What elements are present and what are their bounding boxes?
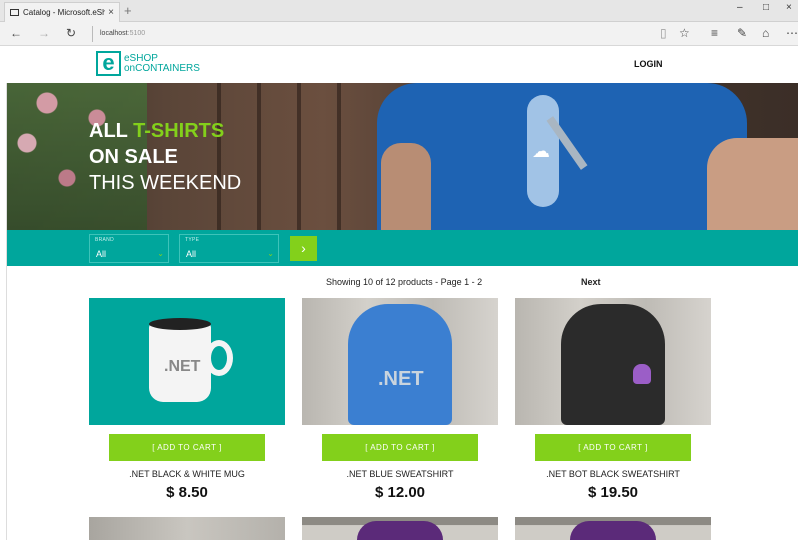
dotnet-bot-graphic [633, 364, 651, 384]
product-image[interactable] [515, 298, 711, 425]
brand-value: All [96, 249, 107, 259]
address-bar[interactable]: localhost:5100 [92, 26, 145, 42]
maximize-icon[interactable]: □ [763, 2, 769, 13]
share-icon[interactable]: ⌂ [762, 26, 769, 40]
pager-next-link[interactable]: Next [581, 277, 601, 287]
filter-bar: BRAND All ⌄ TYPE All ⌄ › [7, 230, 798, 266]
product-image[interactable] [302, 517, 498, 540]
product-price: $ 12.00 [374, 484, 426, 501]
browser-nav-bar: ← → ↻ localhost:5100 ▯ ☆ ≡ ✎ ⌂ ⋯ [0, 22, 798, 46]
hero-line-3: THIS WEEKEND [89, 172, 242, 194]
fence-slat [337, 83, 341, 230]
site-header: e eSHOP onCONTAINERS LOGIN [0, 46, 798, 83]
type-select[interactable]: TYPE All ⌄ [179, 234, 279, 263]
hero-all: ALL [89, 120, 128, 142]
type-value: All [186, 249, 197, 259]
refresh-icon[interactable]: ↻ [66, 26, 76, 40]
black-hoodie-graphic [561, 304, 665, 425]
tab-close-icon[interactable]: × [108, 7, 114, 18]
eshop-logo[interactable]: e eSHOP onCONTAINERS [96, 51, 200, 76]
pager-summary: Showing 10 of 12 products - Page 1 - 2 [326, 277, 483, 287]
forward-icon[interactable]: → [38, 26, 50, 40]
right-arm-graphic [707, 138, 798, 230]
add-to-cart-button[interactable]: [ ADD TO CART ] [109, 434, 265, 461]
brand-select[interactable]: BRAND All ⌄ [89, 234, 169, 263]
mug-rim-graphic [149, 318, 211, 330]
fence-slat [257, 83, 261, 230]
product-card: .NET [ ADD TO CART ] .NET BLACK & WHITE … [89, 298, 285, 501]
hub-icon[interactable]: ≡ [711, 26, 718, 40]
brand-label: BRAND [95, 237, 115, 243]
product-name: .NET BOT BLACK SWEATSHIRT [546, 469, 680, 479]
apply-filter-button[interactable]: › [290, 236, 317, 261]
logo-line-2: onCONTAINERS [124, 62, 200, 74]
add-to-cart-button[interactable]: [ ADD TO CART ] [535, 434, 691, 461]
page-icon [10, 9, 19, 16]
hoodie-print: .NET [378, 368, 424, 390]
product-image[interactable] [515, 517, 711, 540]
left-arm-graphic [381, 143, 431, 230]
product-image[interactable]: .NET [302, 298, 498, 425]
address-host: localhost [100, 30, 128, 37]
fence-slat [217, 83, 221, 230]
product-price: $ 8.50 [166, 484, 208, 501]
browser-tab[interactable]: Catalog - Microsoft.eSh × [4, 2, 120, 22]
product-card: .NET [ ADD TO CART ] .NET BLUE SWEATSHIR… [302, 298, 498, 501]
browser-tab-bar: Catalog - Microsoft.eSh × + – □ × [0, 0, 798, 22]
chevron-down-icon: ⌄ [267, 249, 274, 258]
product-price: $ 19.50 [587, 484, 639, 501]
web-note-icon[interactable]: ✎ [737, 26, 747, 40]
blue-hoodie-graphic [348, 304, 452, 425]
logo-wordmark: eSHOP onCONTAINERS [124, 52, 200, 74]
product-image[interactable]: .NET [89, 298, 285, 425]
favorite-star-icon[interactable]: ☆ [679, 26, 690, 40]
hero-line-2: ON SALE [89, 146, 178, 168]
hero-line-1: ALL T-SHIRTS [89, 120, 224, 142]
fence-slat [297, 83, 301, 230]
mug-handle-graphic [205, 340, 233, 376]
more-icon[interactable]: ⋯ [786, 26, 798, 40]
mug-print: .NET [164, 358, 201, 375]
logo-mark: e [96, 51, 121, 76]
purple-shirt-graphic [357, 521, 443, 540]
cloud-icon: ☁ [532, 141, 550, 161]
chevron-down-icon: ⌄ [157, 249, 164, 258]
product-name: .NET BLACK & WHITE MUG [129, 469, 245, 479]
hero-tshirts: T-SHIRTS [133, 120, 225, 142]
address-port: :5100 [127, 30, 146, 37]
tab-title: Catalog - Microsoft.eSh [23, 8, 106, 17]
purple-hoodie-graphic [570, 521, 656, 540]
login-link[interactable]: LOGIN [634, 59, 663, 69]
close-window-icon[interactable]: × [786, 2, 792, 13]
product-card: [ ADD TO CART ] .NET BOT BLACK SWEATSHIR… [515, 298, 711, 501]
logo-line-1: eSHOP [124, 52, 158, 64]
back-icon[interactable]: ← [10, 26, 22, 40]
product-image[interactable] [89, 517, 285, 540]
hero-banner: ☁ ALL T-SHIRTS ON SALE THIS WEEKEND [7, 83, 798, 230]
new-tab-icon[interactable]: + [124, 3, 132, 18]
product-name: .NET BLUE SWEATSHIRT [346, 469, 454, 479]
tshirt-graphic [377, 83, 747, 230]
reading-view-icon[interactable]: ▯ [660, 26, 667, 40]
minimize-icon[interactable]: – [737, 2, 743, 13]
type-label: TYPE [185, 237, 200, 243]
add-to-cart-button[interactable]: [ ADD TO CART ] [322, 434, 478, 461]
